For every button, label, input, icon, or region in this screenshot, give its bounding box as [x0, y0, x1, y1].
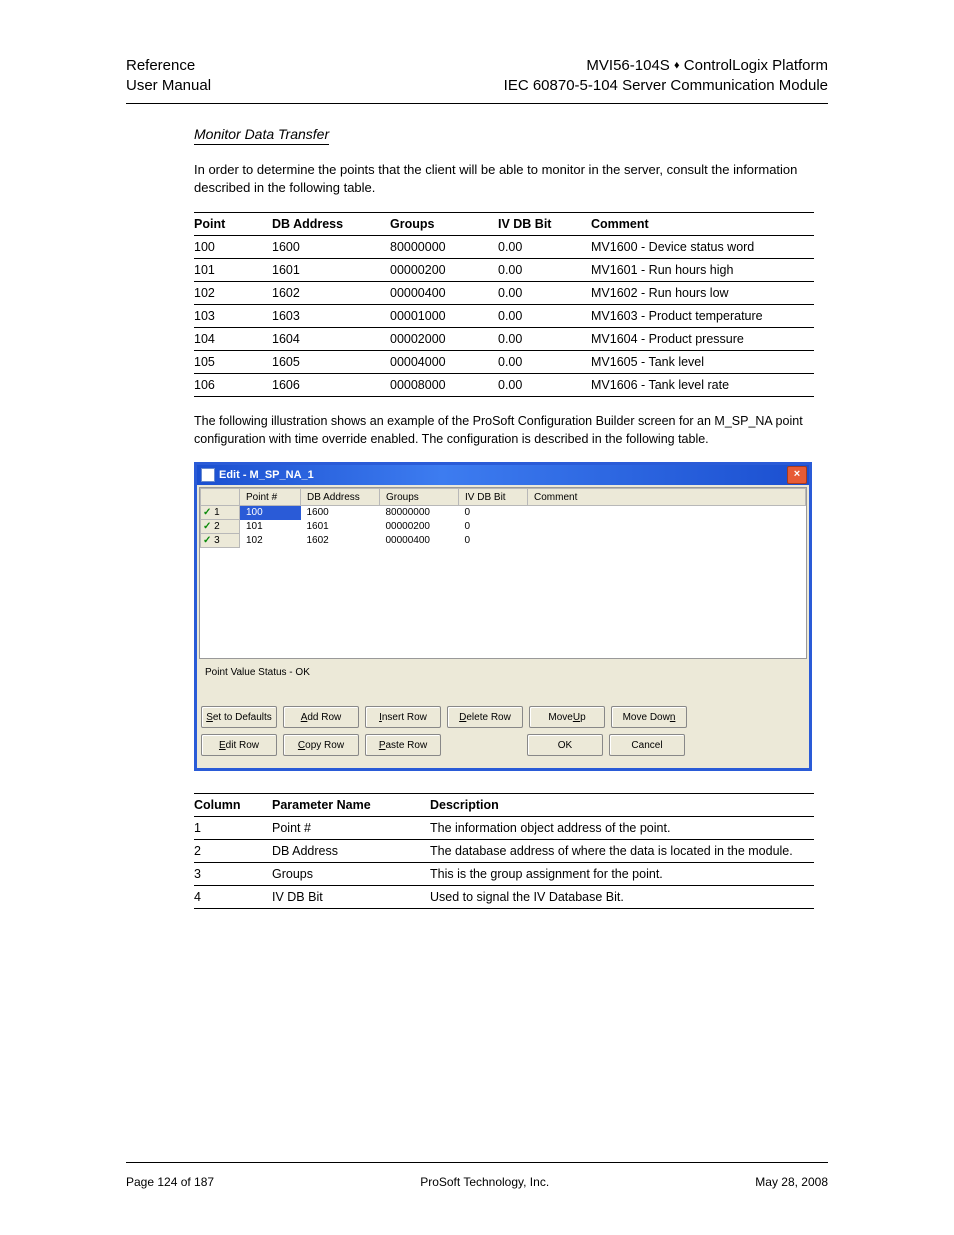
diamond-icon: ♦ — [674, 60, 680, 72]
table-row: 1061606000080000.00MV1606 - Tank level r… — [194, 374, 814, 397]
table-header: DB Address — [272, 213, 390, 236]
table-header: Parameter Name — [272, 794, 430, 817]
table-header: Column — [194, 794, 272, 817]
edit-row-button[interactable]: Edit Row — [201, 734, 277, 756]
table-row: 1041604000020000.00MV1604 - Product pres… — [194, 328, 814, 351]
table-header: Groups — [390, 213, 498, 236]
dialog-titlebar[interactable]: Edit - M_SP_NA_1 × — [197, 465, 809, 485]
status-text: Point Value Status - OK — [197, 661, 809, 706]
grid-column-header[interactable]: Point # — [240, 489, 301, 506]
grid-column-header[interactable]: IV DB Bit — [459, 489, 528, 506]
page-header: Reference User Manual MVI56-104S ♦ Contr… — [126, 56, 828, 97]
paste-row-button[interactable]: Paste Row — [365, 734, 441, 756]
ok-button[interactable]: OK — [527, 734, 603, 756]
grid-row[interactable]: ✓ 21011601000002000 — [201, 520, 806, 534]
screenshot-caption: The following illustration shows an exam… — [194, 413, 828, 448]
copy-row-button[interactable]: Copy Row — [283, 734, 359, 756]
header-rule — [126, 103, 828, 104]
table-row: 4IV DB BitUsed to signal the IV Database… — [194, 886, 814, 909]
header-right-product: MVI56-104S — [586, 57, 669, 74]
monitor-points-table: PointDB AddressGroupsIV DB BitComment 10… — [194, 212, 814, 397]
header-left-1: Reference — [126, 56, 211, 76]
app-icon — [201, 468, 215, 482]
delete-row-button[interactable]: Delete Row — [447, 706, 523, 728]
header-right-subtitle: IEC 60870-5-104 Server Communication Mod… — [504, 76, 828, 96]
set-to-defaults-button[interactable]: Set to Defaults — [201, 706, 277, 728]
grid-column-header[interactable]: Groups — [380, 489, 459, 506]
move-up-button[interactable]: Move Up — [529, 706, 605, 728]
check-icon: ✓ — [203, 535, 211, 546]
add-row-button[interactable]: Add Row — [283, 706, 359, 728]
table-row: 3GroupsThis is the group assignment for … — [194, 863, 814, 886]
section-title: Monitor Data Transfer — [194, 126, 329, 145]
grid-column-header[interactable] — [201, 489, 240, 506]
check-icon: ✓ — [203, 507, 211, 518]
header-right-platform: ControlLogix Platform — [684, 57, 828, 74]
table-row: 1021602000004000.00MV1602 - Run hours lo… — [194, 282, 814, 305]
footer-page: Page 124 of 187 — [126, 1175, 214, 1189]
grid-row[interactable]: ✓ 11001600800000000 — [201, 506, 806, 520]
footer-company: ProSoft Technology, Inc. — [214, 1175, 755, 1189]
insert-row-button[interactable]: Insert Row — [365, 706, 441, 728]
grid-row[interactable]: ✓ 31021602000004000 — [201, 534, 806, 548]
table-row: 1051605000040000.00MV1605 - Tank level — [194, 351, 814, 374]
table-header: Description — [430, 794, 814, 817]
column-description-table: ColumnParameter NameDescription 1Point #… — [194, 793, 814, 909]
check-icon: ✓ — [203, 521, 211, 532]
footer-date: May 28, 2008 — [755, 1175, 828, 1189]
table-header: Point — [194, 213, 272, 236]
grid-column-header[interactable]: Comment — [528, 489, 806, 506]
table-row: 1011601000002000.00MV1601 - Run hours hi… — [194, 259, 814, 282]
cancel-button[interactable]: Cancel — [609, 734, 685, 756]
intro-paragraph: In order to determine the points that th… — [194, 161, 828, 199]
close-icon[interactable]: × — [787, 466, 807, 484]
edit-dialog: Edit - M_SP_NA_1 × Point #DB AddressGrou… — [194, 462, 812, 771]
table-row: 1031603000010000.00MV1603 - Product temp… — [194, 305, 814, 328]
page-footer: Page 124 of 187 ProSoft Technology, Inc.… — [126, 1175, 828, 1189]
dialog-title: Edit - M_SP_NA_1 — [219, 469, 314, 481]
table-row: 1001600800000000.00MV1600 - Device statu… — [194, 236, 814, 259]
table-row: 1Point #The information object address o… — [194, 817, 814, 840]
footer-rule — [126, 1162, 828, 1163]
move-down-button[interactable]: Move Down — [611, 706, 687, 728]
data-grid[interactable]: Point #DB AddressGroupsIV DB BitComment … — [199, 487, 807, 659]
table-row: 2DB AddressThe database address of where… — [194, 840, 814, 863]
table-header: Comment — [591, 213, 814, 236]
grid-column-header[interactable]: DB Address — [301, 489, 380, 506]
header-left-2: User Manual — [126, 76, 211, 96]
table-header: IV DB Bit — [498, 213, 591, 236]
